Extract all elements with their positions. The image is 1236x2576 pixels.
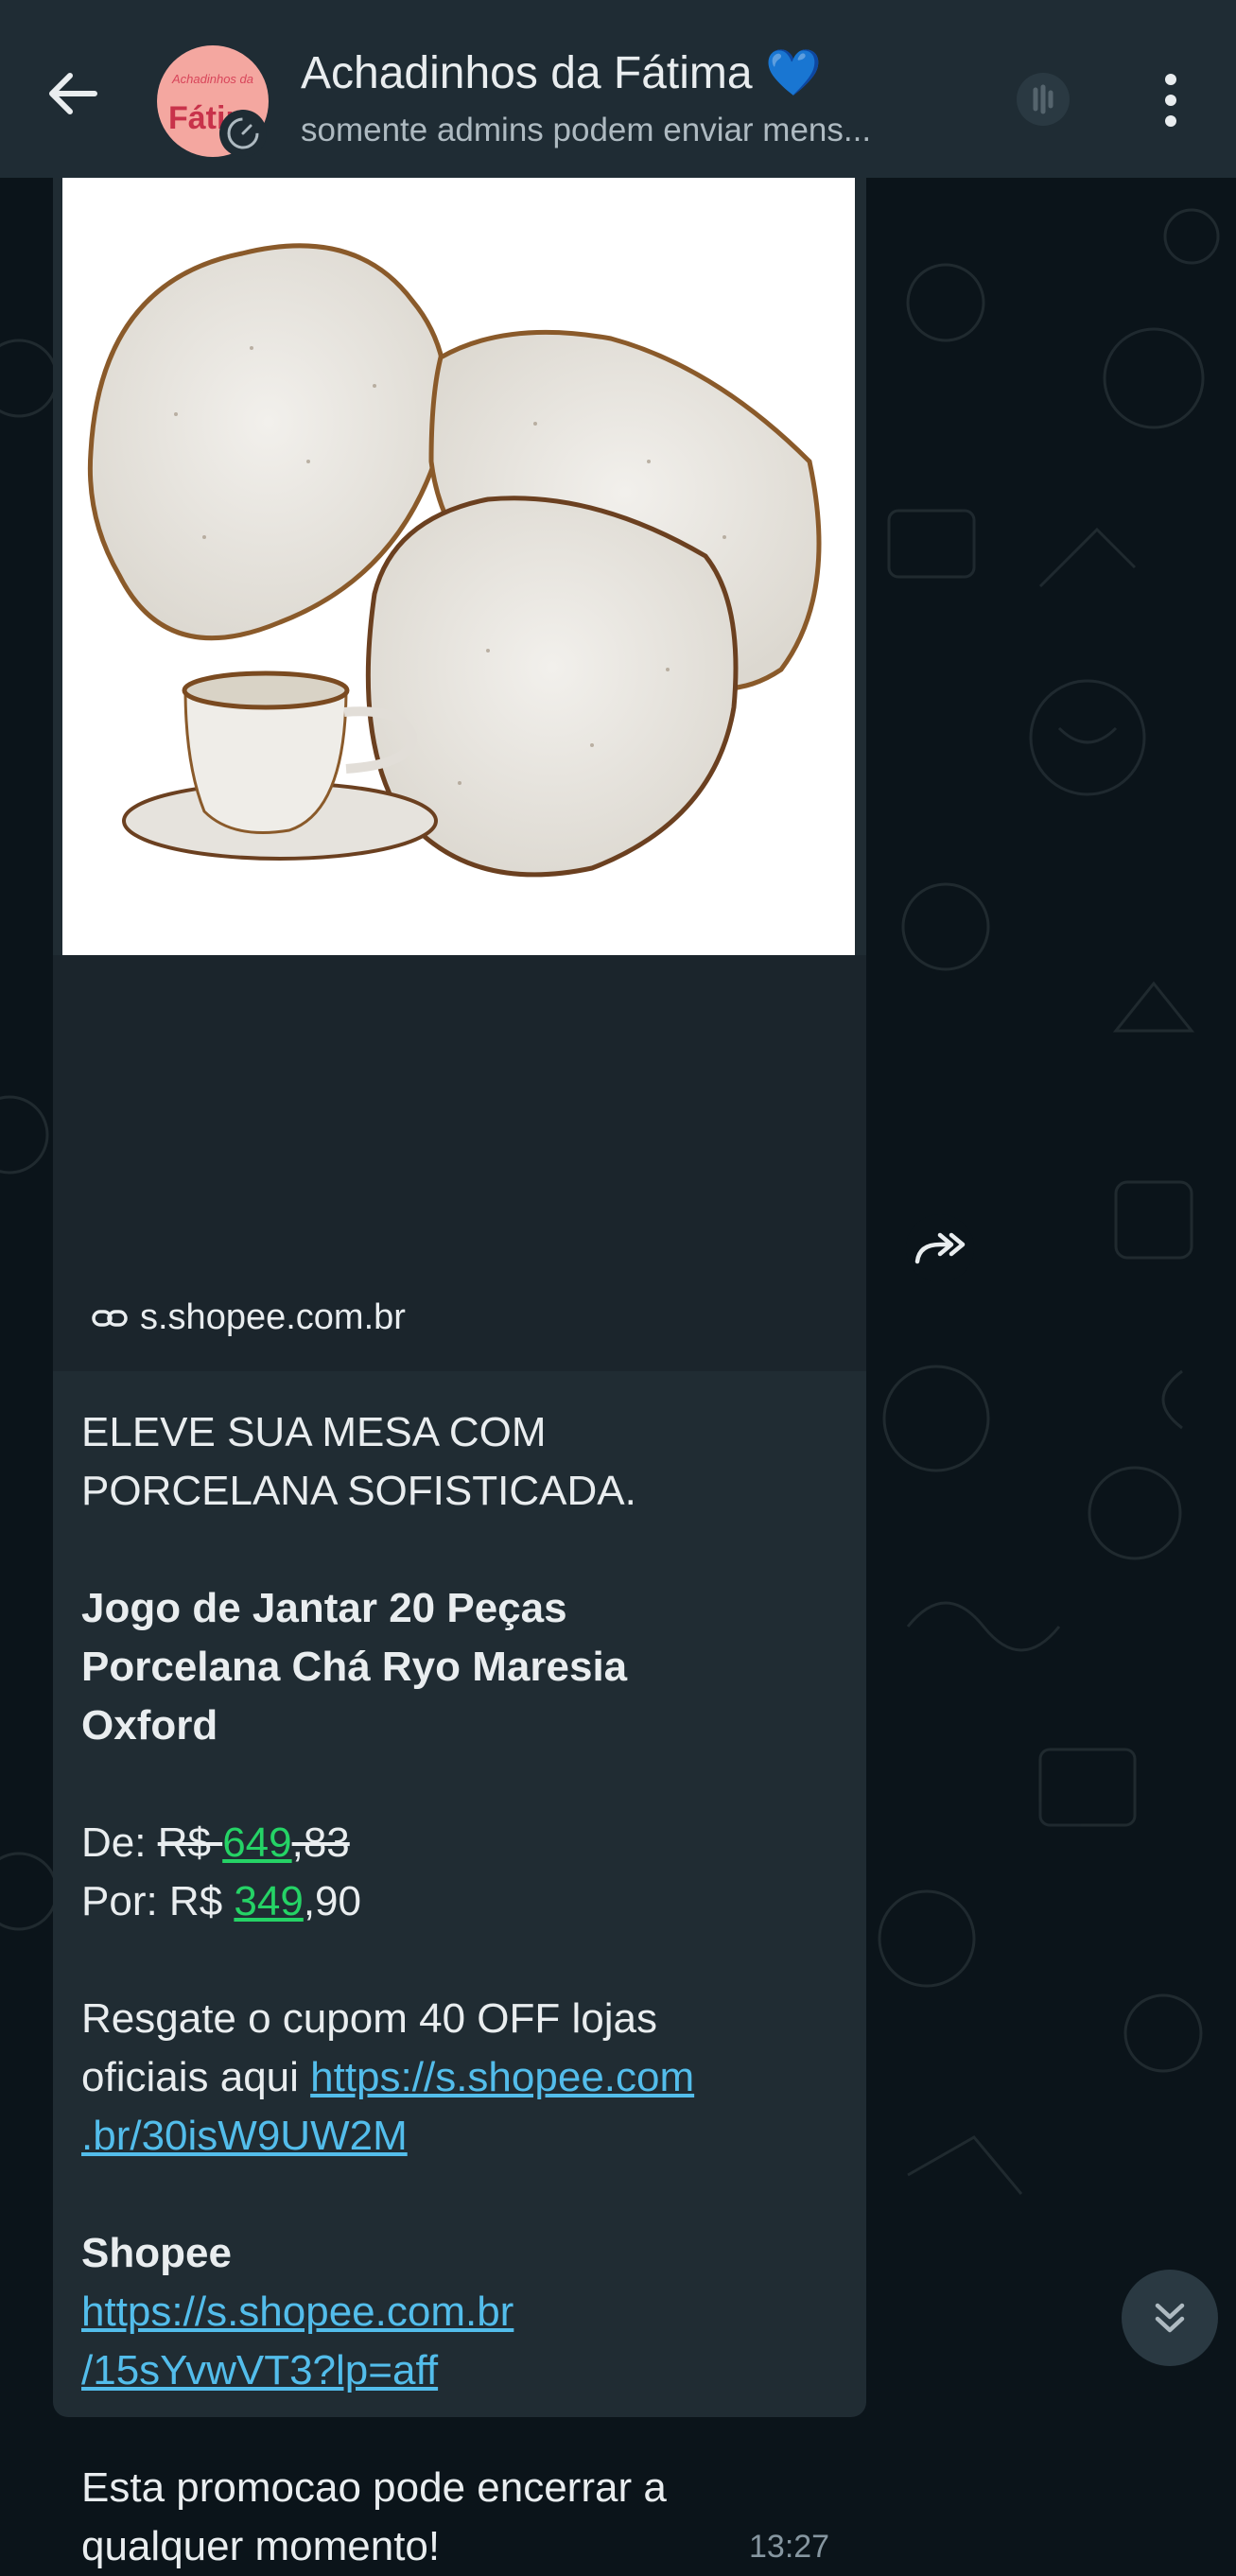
avatar-caption: Achadinhos da xyxy=(171,72,253,86)
new-price-integer[interactable]: 349 xyxy=(234,1878,303,1924)
forward-icon xyxy=(914,1232,966,1264)
chat-subtitle[interactable]: somente admins podem enviar mens... xyxy=(301,112,871,149)
store-link-part-1[interactable]: https://s.shopee.com.br xyxy=(81,2289,514,2335)
coupon-prefix: oficiais aqui xyxy=(81,2054,311,2100)
product-title-line-2: Porcelana Chá Ryo Maresia xyxy=(81,1644,628,1690)
more-vertical-icon xyxy=(1165,74,1176,127)
old-price-label: De: xyxy=(81,1819,158,1866)
timer-icon xyxy=(227,117,259,149)
message-text: ELEVE SUA MESA COM PORCELANA SOFISTICADA… xyxy=(81,1403,838,2576)
coupon-line-2: oficiais aqui https://s.shopee.com xyxy=(81,2048,838,2107)
double-chevron-down-icon xyxy=(1155,2303,1185,2333)
link-preview-domain-row[interactable]: s.shopee.com.br xyxy=(91,1297,406,1338)
link-domain: s.shopee.com.br xyxy=(140,1297,406,1337)
message-bubble[interactable]: s.shopee.com.br ELEVE SUA MESA COM PORCE… xyxy=(53,178,866,2569)
call-button[interactable] xyxy=(1010,66,1076,132)
product-title-line-1: Jogo de Jantar 20 Peças xyxy=(81,1585,567,1631)
new-price-label: Por: R$ xyxy=(81,1878,235,1924)
product-image[interactable] xyxy=(62,178,855,955)
menu-button[interactable] xyxy=(1152,70,1190,131)
old-price-decimal: ,83 xyxy=(291,1819,350,1866)
scroll-to-bottom-button[interactable] xyxy=(1122,2270,1218,2366)
old-price-integer[interactable]: 649 xyxy=(222,1819,291,1866)
new-price-decimal: ,90 xyxy=(303,1878,361,1924)
footer-line-1: Esta promocao pode encerrar a xyxy=(81,2464,667,2511)
forward-button[interactable] xyxy=(906,1214,974,1282)
old-price-currency: R$ xyxy=(157,1819,223,1866)
message-timestamp: 13:27 xyxy=(749,2529,830,2565)
coupon-link-part-1[interactable]: https://s.shopee.com xyxy=(310,2054,694,2100)
new-price: Por: R$ 349,90 xyxy=(81,1872,838,1931)
product-title-line-3: Oxford xyxy=(81,1702,218,1749)
chat-header: Achadinhos da Fátim Achadinhos da Fátima… xyxy=(0,0,1236,178)
coupon-link-part-2[interactable]: .br/30isW9UW2M xyxy=(81,2113,408,2159)
back-button[interactable] xyxy=(38,59,108,129)
link-icon xyxy=(92,1309,128,1327)
coupon-line-1: Resgate o cupom 40 OFF lojas xyxy=(81,1995,657,2042)
dinnerware-illustration xyxy=(87,243,822,878)
arrow-left-icon xyxy=(49,73,97,114)
old-price: De: R$ 649,83 xyxy=(81,1814,838,1872)
headline-line-2: PORCELANA SOFISTICADA. xyxy=(81,1468,636,1514)
headline-line-1: ELEVE SUA MESA COM xyxy=(81,1409,547,1455)
footer-line-2: qualquer momento! xyxy=(81,2523,441,2569)
call-icon xyxy=(1017,73,1070,126)
store-name: Shopee xyxy=(81,2230,232,2276)
chat-title[interactable]: Achadinhos da Fátima 💙 xyxy=(301,45,822,99)
store-link-part-2[interactable]: /15sYvwVT3?lp=aff xyxy=(81,2347,438,2393)
disappearing-messages-badge xyxy=(219,110,267,157)
